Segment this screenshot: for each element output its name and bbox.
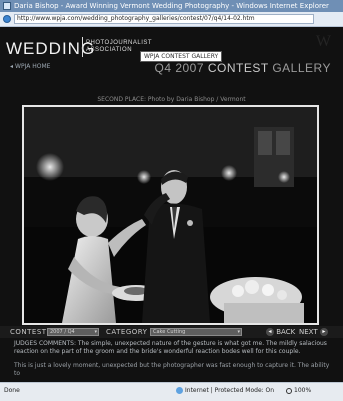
arrow-right-icon: ▸ (319, 328, 328, 336)
gallery-heading-prefix: Q4 2007 (154, 61, 205, 75)
next-button[interactable]: NEXT ▸ (299, 328, 328, 336)
status-bar: Done Internet | Protected Mode: On 100% (0, 382, 343, 401)
window-title: Daria Bishop - Award Winning Vermont Wed… (14, 2, 329, 10)
category-label: CATEGORY (106, 328, 148, 336)
contest-select-value: 2007 / Q4 (50, 329, 75, 335)
home-link[interactable]: ◂ WPJA HOME (10, 63, 50, 70)
status-text: Done (4, 387, 20, 394)
category-select[interactable]: Cake Cutting ▾ (150, 328, 242, 336)
contest-photo (22, 105, 319, 325)
zoom-control[interactable]: 100% (286, 387, 311, 394)
contest-select[interactable]: 2007 / Q4 ▾ (47, 328, 99, 336)
contest-label: CONTEST (10, 328, 47, 336)
page-content: W WEDDING PHOTOJOURNALIST ASSOCIATION ◂ W… (0, 27, 343, 382)
ie-page-icon (3, 15, 11, 23)
browser-window: Daria Bishop - Award Winning Vermont Wed… (0, 0, 343, 401)
back-arrow-icon: ◂ (10, 63, 14, 70)
security-zone-label: Internet | Protected Mode: On (185, 387, 275, 394)
wpja-watermark-logo: W (315, 33, 331, 50)
back-button-label: BACK (276, 328, 296, 336)
zoom-icon (286, 387, 292, 394)
address-bar: http://www.wpja.com/wedding_photography_… (0, 12, 343, 27)
globe-icon (176, 387, 183, 394)
brand-subtitle-line1: PHOTOJOURNALIST (86, 40, 153, 46)
gallery-heading: Q4 2007 CONTEST GALLERY (154, 61, 331, 75)
gallery-toolbar: CONTEST 2007 / Q4 ▾ CATEGORY Cake Cuttin… (0, 326, 343, 338)
home-link-label: WPJA HOME (15, 63, 51, 70)
arrow-left-icon: ◂ (266, 328, 274, 336)
photo-caption: SECOND PLACE: Photo by Daria Bishop / Ve… (97, 96, 246, 103)
zoom-level: 100% (294, 387, 312, 394)
security-zone[interactable]: Internet | Protected Mode: On (176, 387, 274, 394)
chevron-down-icon: ▾ (94, 329, 97, 335)
gallery-heading-mid: CONTEST (207, 61, 269, 75)
back-button[interactable]: ◂ BACK (266, 328, 295, 336)
judges-comments: JUDGES COMMENTS: The simple, unexpected … (14, 340, 332, 382)
comment-paragraph-2: This is just a lovely moment, unexpected… (14, 362, 330, 377)
url-field[interactable]: http://www.wpja.com/wedding_photography_… (14, 14, 314, 24)
comment-paragraph-1: JUDGES COMMENTS: The simple, unexpected … (14, 340, 327, 355)
gallery-heading-suffix: GALLERY (272, 61, 331, 75)
next-button-label: NEXT (299, 328, 318, 336)
brand-divider (82, 37, 83, 57)
wedding-photo-image (24, 107, 317, 323)
chevron-down-icon: ▾ (237, 329, 240, 335)
ie-icon (3, 2, 11, 10)
category-select-value: Cake Cutting (153, 329, 186, 335)
